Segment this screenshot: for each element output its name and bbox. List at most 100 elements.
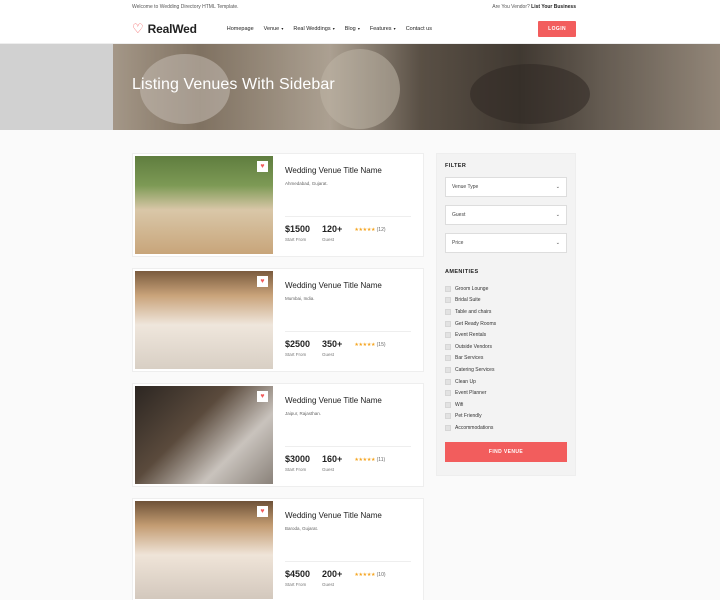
- amenity-label: Event Rentals: [455, 332, 487, 339]
- venue-image[interactable]: ♥: [135, 156, 273, 254]
- chevron-down-icon: ▾: [392, 25, 396, 31]
- list-business-link[interactable]: List Your Business: [531, 4, 576, 10]
- amenity-checkbox[interactable]: [445, 308, 451, 315]
- amenity-checkbox[interactable]: [445, 285, 451, 292]
- amenity-checkbox[interactable]: [445, 297, 451, 304]
- main-nav: ♡ RealWed Homepage Venue ▾ Real Weddings ▾…: [0, 14, 720, 44]
- guest-stat: 120+ Guest: [322, 224, 342, 242]
- guest-stat: 160+ Guest: [322, 454, 342, 472]
- star-rating-icons: ★★★★★: [354, 457, 376, 463]
- guest-value: 350+: [322, 339, 343, 349]
- venue-card[interactable]: ♥ Wedding Venue Title Name Ahmedabad, Guja…: [132, 153, 424, 257]
- price-label: Start From: [285, 352, 307, 357]
- favorite-heart-icon[interactable]: ♥: [257, 506, 268, 517]
- amenity-checkbox[interactable]: [445, 378, 451, 385]
- nav-menu: Homepage Venue ▾ Real Weddings ▾ Blog ▾ Feat…: [227, 26, 538, 32]
- chevron-down-icon: ⌄: [555, 212, 560, 218]
- card-divider: [285, 216, 411, 217]
- venue-location: Mumbai, India.: [285, 296, 315, 301]
- rating: ★★★★★ (15): [354, 342, 385, 348]
- venue-title[interactable]: Wedding Venue Title Name: [285, 511, 411, 520]
- venue-card[interactable]: ♥ Wedding Venue Title Name Jaipur, Rajasth…: [132, 383, 424, 487]
- amenity-checkbox[interactable]: [445, 366, 451, 373]
- amenity-checkbox[interactable]: [445, 355, 451, 362]
- venue-title[interactable]: Wedding Venue Title Name: [285, 166, 411, 175]
- amenity-option[interactable]: Pet Friendly: [445, 411, 567, 423]
- review-count: (15): [376, 342, 386, 348]
- logo[interactable]: ♡ RealWed: [132, 22, 197, 36]
- amenity-checkbox[interactable]: [445, 320, 451, 327]
- price-stat: $1500 Start From: [285, 224, 310, 242]
- amenity-checkbox[interactable]: [445, 390, 451, 397]
- venue-info: Wedding Venue Title Name Jaipur, Rajastha…: [273, 386, 421, 484]
- amenity-option[interactable]: Wifi: [445, 399, 567, 411]
- star-rating-icons: ★★★★★: [354, 227, 376, 233]
- amenity-label: Outside Vendors: [455, 343, 492, 350]
- venue-image[interactable]: ♥: [135, 386, 273, 484]
- amenity-option[interactable]: Clean Up: [445, 376, 567, 388]
- venue-location: Ahmedabad, Gujarat.: [285, 181, 328, 186]
- amenity-option[interactable]: Get Ready Rooms: [445, 318, 567, 330]
- amenity-option[interactable]: Accommodations: [445, 422, 567, 434]
- guest-stat: 350+ Guest: [322, 339, 342, 357]
- guest-value: 160+: [322, 454, 343, 464]
- amenity-checkbox[interactable]: [445, 401, 451, 408]
- amenity-label: Clean Up: [455, 378, 476, 385]
- amenity-checkbox[interactable]: [445, 332, 451, 339]
- favorite-heart-icon[interactable]: ♥: [257, 391, 268, 402]
- select-price[interactable]: Price ⌄: [445, 233, 567, 253]
- find-venue-button[interactable]: FIND VENUE: [445, 441, 567, 462]
- filter-heading: FILTER: [445, 163, 467, 169]
- amenity-label: Get Ready Rooms: [455, 320, 497, 327]
- nav-item-venue[interactable]: Venue ▾: [264, 26, 284, 32]
- amenity-option[interactable]: Bridal Suite: [445, 295, 567, 307]
- amenity-option[interactable]: Catering Services: [445, 364, 567, 376]
- amenity-option[interactable]: Bar Services: [445, 353, 567, 365]
- favorite-heart-icon[interactable]: ♥: [257, 276, 268, 287]
- venue-title[interactable]: Wedding Venue Title Name: [285, 396, 411, 405]
- amenity-option[interactable]: Table and chairs: [445, 306, 567, 318]
- amenity-label: Bar Services: [455, 355, 484, 362]
- amenity-option[interactable]: Event Planner: [445, 387, 567, 399]
- favorite-heart-icon[interactable]: ♥: [257, 161, 268, 172]
- venue-image[interactable]: ♥: [135, 501, 273, 599]
- price-value: $1500: [285, 224, 311, 234]
- venue-card[interactable]: ♥ Wedding Venue Title Name Mumbai, India. $…: [132, 268, 424, 372]
- guest-stat: 200+ Guest: [322, 569, 342, 587]
- amenity-checkbox[interactable]: [445, 343, 451, 350]
- amenity-checkbox[interactable]: [445, 424, 451, 431]
- amenity-option[interactable]: Groom Lounge: [445, 283, 567, 295]
- venue-stats: $4500 Start From 200+ Guest ★★★★★ (10): [285, 569, 386, 587]
- venue-image[interactable]: ♥: [135, 271, 273, 369]
- nav-item-real-weddings[interactable]: Real Weddings ▾: [293, 26, 334, 32]
- nav-item-label: Real Weddings: [293, 25, 331, 32]
- venue-stats: $2500 Start From 350+ Guest ★★★★★ (15): [285, 339, 386, 357]
- price-value: $4500: [285, 569, 311, 579]
- nav-item-contact-us[interactable]: Contact us: [406, 26, 432, 32]
- amenity-option[interactable]: Event Rentals: [445, 329, 567, 341]
- amenity-label: Catering Services: [455, 366, 495, 373]
- login-button[interactable]: LOGIN: [538, 20, 576, 37]
- nav-item-label: Features: [369, 25, 392, 32]
- venue-title[interactable]: Wedding Venue Title Name: [285, 281, 411, 290]
- nav-item-homepage[interactable]: Homepage: [227, 26, 254, 32]
- venue-info: Wedding Venue Title Name Ahmedabad, Gujar…: [273, 156, 421, 254]
- guest-label: Guest: [322, 352, 335, 357]
- card-divider: [285, 331, 411, 332]
- venue-card[interactable]: ♥ Wedding Venue Title Name Baroda, Gujarat…: [132, 498, 424, 600]
- select-guest[interactable]: Guest ⌄: [445, 205, 567, 225]
- amenity-option[interactable]: Outside Vendors: [445, 341, 567, 353]
- nav-item-features[interactable]: Features ▾: [370, 26, 396, 32]
- venue-info: Wedding Venue Title Name Baroda, Gujarat.…: [273, 501, 421, 599]
- select-venue-type[interactable]: Venue Type ⌄: [445, 177, 567, 197]
- guest-label: Guest: [322, 237, 335, 242]
- nav-item-blog[interactable]: Blog ▾: [345, 26, 360, 32]
- chevron-down-icon: ▾: [331, 25, 335, 31]
- amenity-label: Event Planner: [455, 390, 487, 397]
- venue-info: Wedding Venue Title Name Mumbai, India. $2…: [273, 271, 421, 369]
- amenity-label: Table and chairs: [455, 308, 492, 315]
- heart-logo-icon: ♡: [132, 21, 144, 36]
- amenity-checkbox[interactable]: [445, 413, 451, 420]
- venue-location: Jaipur, Rajasthan.: [285, 411, 322, 416]
- logo-text: RealWed: [147, 21, 197, 36]
